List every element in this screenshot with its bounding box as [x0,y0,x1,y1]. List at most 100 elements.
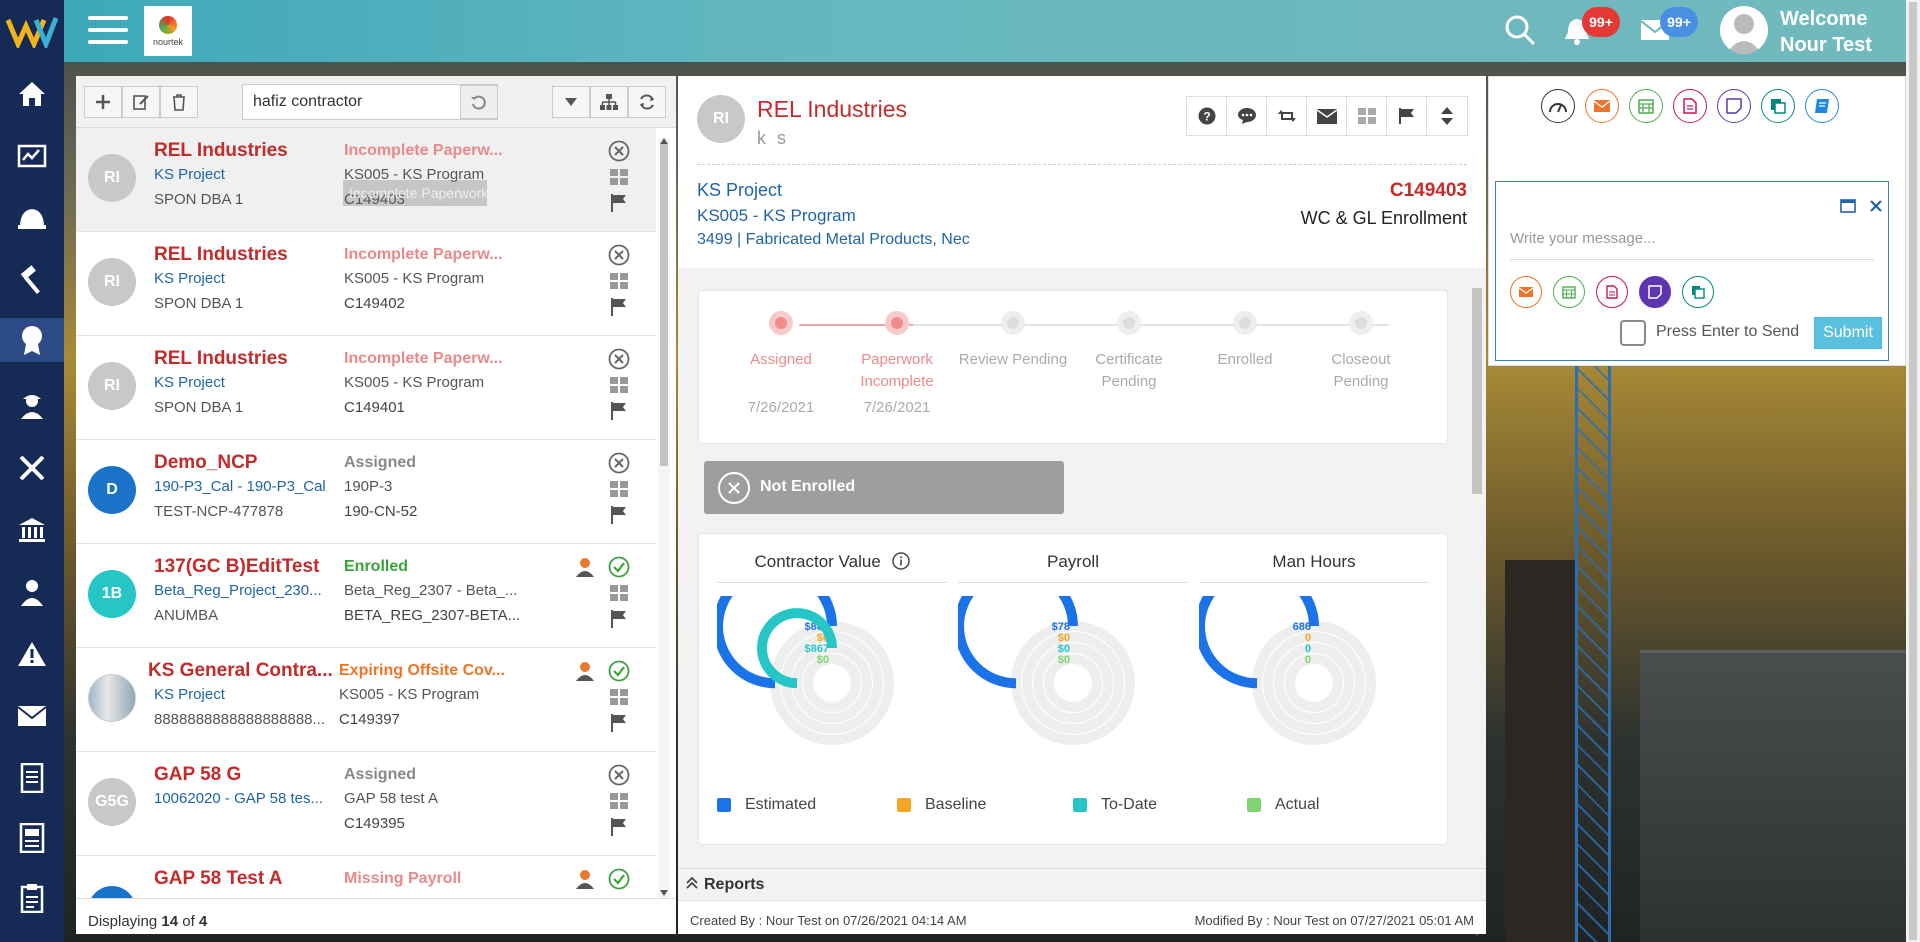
maximize-icon[interactable] [1840,198,1856,214]
worker-icon[interactable] [10,384,54,428]
legend-to-date[interactable]: To-Date [1073,796,1157,814]
flag-icon[interactable] [608,712,630,734]
layout-button[interactable] [1347,97,1387,135]
document-type-icon[interactable] [1596,276,1628,308]
contractor-name[interactable]: KS General Contra... [148,660,333,682]
calendar-type-icon[interactable] [1553,276,1585,308]
project-link[interactable]: KS Project [697,180,782,201]
list-scrollbar-thumb[interactable] [660,144,668,466]
page-scrollbar-thumb[interactable] [1909,2,1917,940]
scroll-down-icon[interactable] [660,890,668,896]
email-button[interactable] [1307,97,1347,135]
grid-icon[interactable] [608,166,630,188]
award-icon[interactable] [0,318,64,362]
flag-icon[interactable] [608,816,630,838]
grid-icon[interactable] [608,582,630,604]
close-circle-icon[interactable] [608,140,630,162]
document-icon[interactable] [10,756,54,800]
contractor-name[interactable]: REL Industries [154,140,288,162]
project-link[interactable]: 190-P3_Cal - 190-P3_Cal [154,478,326,495]
contractor-name[interactable]: 137(GC B)EditTest [154,556,319,578]
brand-logo[interactable]: nourtek [144,6,192,56]
comments-button[interactable] [1227,97,1267,135]
list-item[interactable]: GAP 58 Test A Missing Payroll [76,856,656,898]
copy-tab-icon[interactable] [1761,89,1795,123]
detail-scrollbar-thumb[interactable] [1472,288,1482,494]
project-link[interactable]: KS Project [154,270,225,287]
mail-badge[interactable]: 99+ [1660,7,1698,37]
list-item[interactable]: RI REL Industries KS Project SPON DBA 1 … [76,128,656,232]
menu-icon[interactable] [88,16,128,46]
project-link[interactable]: KS Project [154,166,225,183]
grid-icon[interactable] [608,790,630,812]
app-logo-icon[interactable] [6,14,58,48]
close-circle-icon[interactable] [608,764,630,786]
list-item[interactable]: KS General Contra... KS Project 88888888… [76,648,656,752]
hammer-icon[interactable] [10,258,54,302]
grid-icon[interactable] [608,374,630,396]
flag-icon[interactable] [608,296,630,318]
enter-to-send-checkbox[interactable] [1620,320,1646,346]
close-circle-icon[interactable] [608,244,630,266]
filter-dropdown-button[interactable] [552,86,590,118]
book-tab-icon[interactable] [1805,89,1839,123]
worker-badge-icon[interactable] [574,660,596,682]
reports-toggle[interactable]: Reports [678,868,1486,900]
welcome-text[interactable]: Welcome Nour Test [1780,6,1872,58]
list-item[interactable]: RI REL Industries KS Project SPON DBA 1 … [76,232,656,336]
legend-estimated[interactable]: Estimated [717,796,816,814]
calendar-tab-icon[interactable] [1629,89,1663,123]
dashboard-icon[interactable] [10,134,54,178]
legend-actual[interactable]: Actual [1247,796,1319,814]
reset-search-button[interactable] [460,85,498,119]
flag-icon[interactable] [608,608,630,630]
hardhat-icon[interactable] [10,196,54,240]
flag-icon[interactable] [608,504,630,526]
notification-badge[interactable]: 99+ [1582,7,1620,37]
dashboard-gauge-icon[interactable] [1541,89,1575,123]
message-input[interactable]: Write your message... [1510,222,1874,260]
list-item[interactable]: D Demo_NCP 190-P3_Cal - 190-P3_Cal TEST-… [76,440,656,544]
warning-icon[interactable] [10,632,54,676]
grid-icon[interactable] [608,686,630,708]
project-link[interactable]: KS Project [154,374,225,391]
grid-icon[interactable] [608,478,630,500]
mail-icon[interactable] [10,694,54,738]
contractor-name[interactable]: Demo_NCP [154,452,257,474]
info-icon[interactable] [891,552,910,570]
check-circle-icon[interactable] [608,660,630,682]
contractor-name[interactable]: REL Industries [154,348,288,370]
detail-scrollbar[interactable] [1466,282,1486,936]
sort-button[interactable] [1427,97,1467,135]
close-icon[interactable] [1868,198,1884,214]
check-circle-icon[interactable] [608,868,630,890]
contractor-name[interactable]: REL Industries [154,244,288,266]
email-tab-icon[interactable] [1585,89,1619,123]
submit-button[interactable]: Submit [1814,317,1882,349]
list-scrollbar[interactable] [658,138,670,898]
list-item[interactable]: 1B 137(GC B)EditTest Beta_Reg_Project_23… [76,544,656,648]
contractor-name[interactable]: GAP 58 G [154,764,241,786]
bank-icon[interactable] [10,508,54,552]
close-circle-icon[interactable] [608,452,630,474]
document-tab-icon[interactable] [1673,89,1707,123]
list-item[interactable]: G5G GAP 58 G 10062020 - GAP 58 tes... As… [76,752,656,856]
note-tab-icon[interactable] [1717,89,1751,123]
page-scrollbar[interactable] [1906,0,1920,942]
project-link[interactable]: 10062020 - GAP 58 tes... [154,790,323,807]
edit-button[interactable] [122,86,160,118]
worker-badge-icon[interactable] [574,868,596,890]
legend-baseline[interactable]: Baseline [897,796,986,814]
inspector-icon[interactable] [10,570,54,614]
help-button[interactable]: ? [1187,97,1227,135]
worker-badge-icon[interactable] [574,556,596,578]
check-circle-icon[interactable] [608,556,630,578]
copy-type-icon[interactable] [1682,276,1714,308]
list-item[interactable]: RI REL Industries KS Project SPON DBA 1 … [76,336,656,440]
refresh-button[interactable] [628,86,666,118]
note-type-icon[interactable] [1639,276,1671,308]
hierarchy-button[interactable] [590,86,628,118]
home-icon[interactable] [10,72,54,116]
project-link[interactable]: Beta_Reg_Project_230... [154,582,322,599]
scroll-up-icon[interactable] [660,138,668,144]
